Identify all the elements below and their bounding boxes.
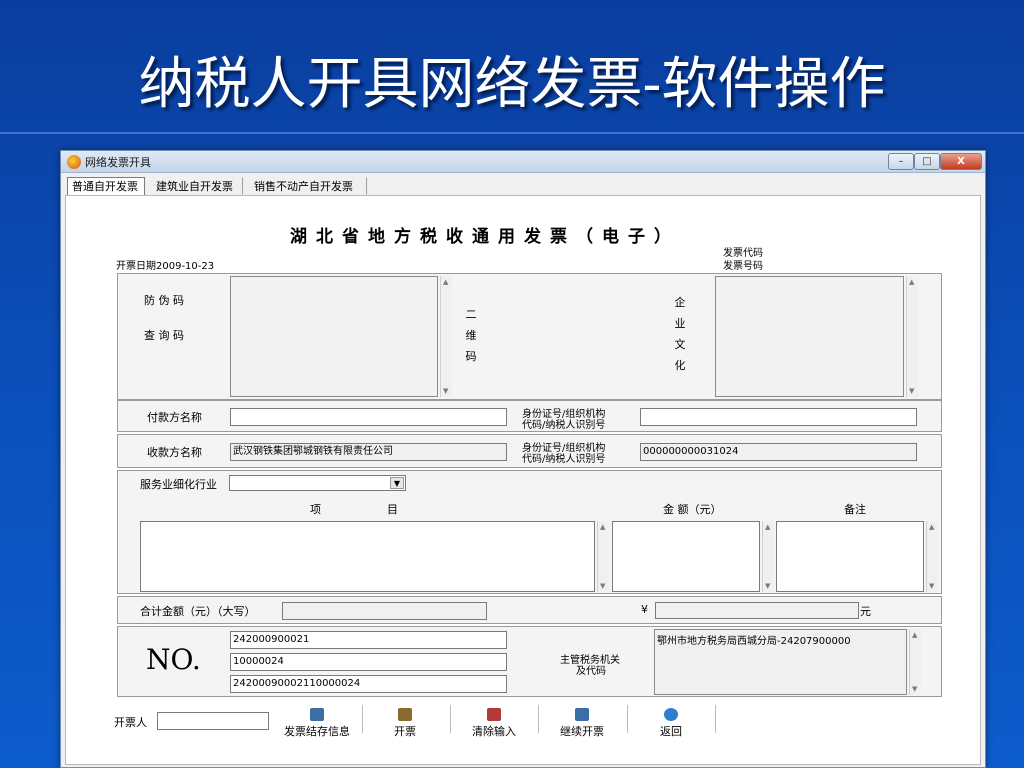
- query-code-label: 查 询 码: [144, 329, 184, 342]
- toolbar-separator: [450, 705, 451, 733]
- scroll-up-icon[interactable]: ▲: [912, 631, 917, 639]
- scroll-down-icon[interactable]: ▼: [929, 582, 934, 590]
- app-icon: [67, 155, 81, 169]
- payer-id-label-2: 代码/纳税人识别号: [522, 420, 606, 431]
- payee-section: 收款方名称 武汉钢铁集团鄂城钢铁有限责任公司 身份证号/组织机构 代码/纳税人识…: [117, 434, 942, 468]
- industry-label: 服务业细化行业: [140, 478, 217, 491]
- continue-issue-button[interactable]: 继续开票: [541, 706, 623, 740]
- industry-select[interactable]: ▼: [229, 475, 406, 491]
- toolbar-separator: [627, 705, 628, 733]
- payee-id-label-2: 代码/纳税人识别号: [522, 454, 606, 465]
- database-icon: [310, 708, 324, 721]
- note-column-header: 备注: [844, 503, 866, 516]
- code-section: 防 伪 码 查 询 码 ▲ ▼ 二维码 企业文化 ▲ ▼: [117, 273, 942, 400]
- no-field-1: 242000900021: [230, 631, 507, 649]
- scroll-down-icon[interactable]: ▼: [909, 387, 914, 395]
- scroll-down-icon[interactable]: ▼: [912, 685, 917, 693]
- qr-code-label: 二维码: [465, 308, 477, 363]
- total-uppercase-field: [282, 602, 487, 620]
- note-textarea[interactable]: [776, 521, 924, 592]
- scroll-up-icon[interactable]: ▲: [443, 278, 448, 286]
- scroll-up-icon[interactable]: ▲: [909, 278, 914, 286]
- issue-invoice-button[interactable]: 开票: [364, 706, 446, 740]
- amount-textarea[interactable]: [612, 521, 760, 592]
- eraser-icon: [487, 708, 501, 721]
- culture-scrollbar[interactable]: ▲ ▼: [906, 276, 918, 397]
- payee-name-label: 收款方名称: [147, 446, 202, 459]
- invoice-form: 湖北省地方税收通用发票（电子） 开票日期2009-10-23 发票代码 发票号码…: [65, 195, 981, 765]
- tax-office-label-2: 及代码: [576, 666, 606, 677]
- code-display-box: [230, 276, 438, 397]
- dropdown-arrow-icon[interactable]: ▼: [390, 477, 404, 489]
- amount-column-header: 金 额（元）: [663, 503, 722, 516]
- number-section: NO. 242000900021 10000024 24200090002110…: [117, 626, 942, 697]
- no-field-3: 24200090002110000024: [230, 675, 507, 693]
- decor-line: [0, 132, 1024, 134]
- no-field-2: 10000024: [230, 653, 507, 671]
- payee-name-input[interactable]: 武汉钢铁集团鄂城钢铁有限责任公司: [230, 443, 507, 461]
- return-button[interactable]: 返回: [630, 706, 712, 740]
- invoice-no-label: NO.: [146, 643, 201, 676]
- toolbar-separator: [715, 705, 716, 733]
- item-column-header: 项 目: [310, 503, 398, 516]
- total-amount-field: [655, 602, 859, 619]
- scroll-down-icon[interactable]: ▼: [600, 582, 605, 590]
- payer-section: 付款方名称 身份证号/组织机构 代码/纳税人识别号: [117, 400, 942, 432]
- payer-name-input[interactable]: [230, 408, 507, 426]
- inventory-info-button[interactable]: 发票结存信息: [276, 706, 358, 740]
- item-scrollbar[interactable]: ▲ ▼: [597, 521, 609, 592]
- scroll-down-icon[interactable]: ▼: [443, 387, 448, 395]
- code-scrollbar[interactable]: ▲ ▼: [440, 276, 452, 397]
- window-title: 网络发票开具: [85, 156, 151, 169]
- yuan-label: 元: [860, 605, 871, 618]
- invoice-date: 开票日期2009-10-23: [116, 261, 215, 272]
- total-uppercase-label: 合计金额（元）（大写）: [140, 605, 256, 618]
- tax-office-field: 鄂州市地方税务局西城分局-24207900000: [654, 629, 907, 695]
- slide-title: 纳税人开具网络发票-软件操作: [138, 52, 886, 117]
- invoice-title: 湖北省地方税收通用发票（电子）: [290, 227, 680, 247]
- scroll-up-icon[interactable]: ▲: [765, 523, 770, 531]
- scroll-up-icon[interactable]: ▲: [600, 523, 605, 531]
- toolbar-separator: [538, 705, 539, 733]
- clear-input-button[interactable]: 清除输入: [453, 706, 535, 740]
- culture-display-box: [715, 276, 904, 397]
- toolbar-separator: [362, 705, 363, 733]
- payer-name-label: 付款方名称: [147, 411, 202, 424]
- payer-id-input[interactable]: [640, 408, 917, 426]
- anti-fake-code-label: 防 伪 码: [144, 294, 184, 307]
- minimize-button[interactable]: –: [888, 153, 914, 170]
- item-textarea[interactable]: [140, 521, 595, 592]
- enterprise-culture-label: 企业文化: [674, 296, 686, 372]
- payee-id-input[interactable]: 000000000031024: [640, 443, 917, 461]
- globe-icon: [664, 708, 678, 721]
- continue-icon: [575, 708, 589, 721]
- maximize-button[interactable]: □: [914, 153, 940, 170]
- scroll-down-icon[interactable]: ▼: [765, 582, 770, 590]
- yen-symbol: ¥: [641, 603, 648, 616]
- tax-office-scrollbar[interactable]: ▲ ▼: [909, 629, 921, 695]
- pen-icon: [398, 708, 412, 721]
- total-section: 合计金额（元）（大写） ¥ 元: [117, 596, 942, 624]
- issuer-input[interactable]: [157, 712, 269, 730]
- tax-office-value: 鄂州市地方税务局西城分局-24207900000: [657, 636, 851, 647]
- tab-real-estate-invoice[interactable]: 销售不动产自开发票: [249, 177, 367, 195]
- app-window: 网络发票开具 – □ X 普通自开发票 建筑业自开发票 销售不动产自开发票 湖北…: [60, 150, 986, 768]
- title-bar[interactable]: 网络发票开具 – □ X: [61, 151, 985, 173]
- items-section: 服务业细化行业 ▼ 项 目 金 额（元） 备注 ▲ ▼ ▲ ▼ ▲ ▼: [117, 470, 942, 594]
- issuer-label: 开票人: [114, 716, 147, 729]
- amount-scrollbar[interactable]: ▲ ▼: [762, 521, 774, 592]
- invoice-number-label: 发票号码: [723, 261, 763, 272]
- tab-construction-invoice[interactable]: 建筑业自开发票: [151, 177, 243, 195]
- close-button[interactable]: X: [940, 153, 982, 170]
- tab-general-invoice[interactable]: 普通自开发票: [67, 177, 145, 196]
- note-scrollbar[interactable]: ▲ ▼: [926, 521, 938, 592]
- scroll-up-icon[interactable]: ▲: [929, 523, 934, 531]
